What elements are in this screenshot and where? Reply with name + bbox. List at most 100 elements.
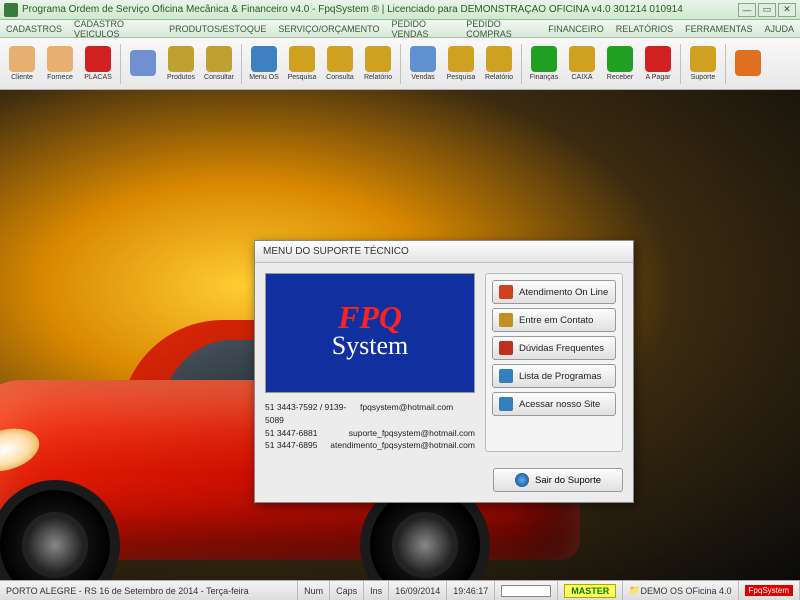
contact-email: fpqsystem@hotmail.com bbox=[360, 401, 453, 427]
support-btn-dúvidas-frequentes[interactable]: Dúvidas Frequentes bbox=[492, 336, 616, 360]
tool-label: Menu OS bbox=[249, 74, 279, 81]
tool-pesquisa[interactable]: Pesquisa bbox=[284, 41, 320, 87]
status-caps: Caps bbox=[330, 581, 364, 600]
contact-info: 51 3443-7592 / 9139-5089fpqsystem@hotmai… bbox=[265, 401, 475, 452]
support-btn-entre-em-contato[interactable]: Entre em Contato bbox=[492, 308, 616, 332]
tool-label: Relatório bbox=[364, 74, 392, 81]
tool-icon bbox=[486, 46, 512, 72]
menu-produtos-estoque[interactable]: PRODUTOS/ESTOQUE bbox=[169, 24, 266, 34]
support-dialog: MENU DO SUPORTE TÉCNICO FPQ System 51 34… bbox=[254, 240, 634, 503]
menu-bar: CADASTROS CADASTRO VEICULOS PRODUTOS/EST… bbox=[0, 20, 800, 38]
tool-label: CAIXA bbox=[571, 74, 592, 81]
exit-support-button[interactable]: Sair do Suporte bbox=[493, 468, 623, 492]
menu-pedido-vendas[interactable]: PEDIDO VENDAS bbox=[392, 19, 455, 39]
tool-label: Fornece bbox=[47, 74, 73, 81]
status-progress bbox=[495, 581, 558, 600]
toolbar: Cliente Fornece PLACAS Produtos Consultar Men… bbox=[0, 38, 800, 90]
support-btn-label: Acessar nosso Site bbox=[519, 399, 600, 410]
status-ins: Ins bbox=[364, 581, 389, 600]
dialog-title: MENU DO SUPORTE TÉCNICO bbox=[255, 241, 633, 263]
menu-servico-orcamento[interactable]: SERVIÇO/ORÇAMENTO bbox=[278, 24, 379, 34]
menu-cadastros[interactable]: CADASTROS bbox=[6, 24, 62, 34]
tool-fornece[interactable]: Fornece bbox=[42, 41, 78, 87]
tool-label: Finanças bbox=[530, 74, 558, 81]
tool-btn18[interactable] bbox=[730, 41, 766, 87]
tool-icon bbox=[289, 46, 315, 72]
maximize-button[interactable]: ▭ bbox=[758, 3, 776, 17]
tool-relatório[interactable]: Relatório bbox=[481, 41, 517, 87]
status-bar: PORTO ALEGRE - RS 16 de Setembro de 2014… bbox=[0, 580, 800, 600]
workspace-background: MENU DO SUPORTE TÉCNICO FPQ System 51 34… bbox=[0, 90, 800, 580]
tool-icon bbox=[410, 46, 436, 72]
tool-consulta[interactable]: Consulta bbox=[322, 41, 358, 87]
tool-caixa[interactable]: CAIXA bbox=[564, 41, 600, 87]
exit-icon bbox=[515, 473, 529, 487]
tool-label: Receber bbox=[607, 74, 633, 81]
tool-vendas[interactable]: Vendas bbox=[405, 41, 441, 87]
tool-icon bbox=[206, 46, 232, 72]
contact-phone: 51 3443-7592 / 9139-5089 bbox=[265, 401, 360, 427]
support-btn-label: Lista de Programas bbox=[519, 371, 601, 382]
window-controls: — ▭ ✕ bbox=[738, 3, 796, 17]
tool-pesquisa[interactable]: Pesquisa bbox=[443, 41, 479, 87]
tool-icon bbox=[9, 46, 35, 72]
close-button[interactable]: ✕ bbox=[778, 3, 796, 17]
status-db: 📁 DEMO OS OFicina 4.0 bbox=[623, 581, 738, 600]
window-title: Programa Ordem de Serviço Oficina Mecâni… bbox=[22, 4, 738, 15]
tool-receber[interactable]: Receber bbox=[602, 41, 638, 87]
contact-phone: 51 3447-6881 bbox=[265, 427, 349, 440]
contact-row: 51 3447-6881suporte_fpqsystem@hotmail.co… bbox=[265, 427, 475, 440]
status-location: PORTO ALEGRE - RS 16 de Setembro de 2014… bbox=[0, 581, 298, 600]
tool-label: Pesquisa bbox=[288, 74, 317, 81]
support-btn-label: Entre em Contato bbox=[519, 315, 593, 326]
tool-a pagar[interactable]: A Pagar bbox=[640, 41, 676, 87]
status-user: MASTER bbox=[558, 581, 623, 600]
tool-label: Produtos bbox=[167, 74, 195, 81]
tool-icon bbox=[327, 46, 353, 72]
tool-consultar[interactable]: Consultar bbox=[201, 41, 237, 87]
support-btn-icon bbox=[499, 369, 513, 383]
status-date: 16/09/2014 bbox=[389, 581, 447, 600]
tool-icon bbox=[735, 50, 761, 76]
support-btn-icon bbox=[499, 313, 513, 327]
logo-fpq-text: FPQ bbox=[338, 305, 402, 331]
support-btn-icon bbox=[499, 285, 513, 299]
tool-label: A Pagar bbox=[646, 74, 671, 81]
contact-row: 51 3443-7592 / 9139-5089fpqsystem@hotmai… bbox=[265, 401, 475, 427]
fpq-logo: FPQ System bbox=[265, 273, 475, 393]
exit-label: Sair do Suporte bbox=[535, 475, 601, 486]
support-btn-acessar-nosso-site[interactable]: Acessar nosso Site bbox=[492, 392, 616, 416]
menu-relatorios[interactable]: RELATÓRIOS bbox=[616, 24, 673, 34]
tool-btn3[interactable] bbox=[125, 41, 161, 87]
tool-menu os[interactable]: Menu OS bbox=[246, 41, 282, 87]
tool-placas[interactable]: PLACAS bbox=[80, 41, 116, 87]
tool-icon bbox=[251, 46, 277, 72]
app-icon bbox=[4, 3, 18, 17]
tool-cliente[interactable]: Cliente bbox=[4, 41, 40, 87]
tool-label: Consulta bbox=[326, 74, 354, 81]
tool-relatório[interactable]: Relatório bbox=[360, 41, 396, 87]
menu-cadastro-veiculos[interactable]: CADASTRO VEICULOS bbox=[74, 19, 157, 39]
contact-email: suporte_fpqsystem@hotmail.com bbox=[349, 427, 475, 440]
tool-finanças[interactable]: Finanças bbox=[526, 41, 562, 87]
menu-ajuda[interactable]: AJUDA bbox=[764, 24, 794, 34]
tool-suporte[interactable]: Suporte bbox=[685, 41, 721, 87]
support-btn-atendimento-on-line[interactable]: Atendimento On Line bbox=[492, 280, 616, 304]
support-button-panel: Atendimento On Line Entre em Contato Dúvid… bbox=[485, 273, 623, 452]
menu-pedido-compras[interactable]: PEDIDO COMPRAS bbox=[466, 19, 536, 39]
menu-ferramentas[interactable]: FERRAMENTAS bbox=[685, 24, 752, 34]
support-btn-label: Dúvidas Frequentes bbox=[519, 343, 604, 354]
support-btn-icon bbox=[499, 341, 513, 355]
support-btn-lista-de-programas[interactable]: Lista de Programas bbox=[492, 364, 616, 388]
tool-icon bbox=[47, 46, 73, 72]
tool-label: Vendas bbox=[411, 74, 434, 81]
logo-panel: FPQ System 51 3443-7592 / 9139-5089fpqsy… bbox=[265, 273, 475, 452]
tool-label: Cliente bbox=[11, 74, 33, 81]
tool-label: Consultar bbox=[204, 74, 234, 81]
tool-produtos[interactable]: Produtos bbox=[163, 41, 199, 87]
status-brand: FpqSystem bbox=[739, 581, 800, 600]
minimize-button[interactable]: — bbox=[738, 3, 756, 17]
tool-label: Relatório bbox=[485, 74, 513, 81]
tool-icon bbox=[531, 46, 557, 72]
menu-financeiro[interactable]: FINANCEIRO bbox=[548, 24, 604, 34]
